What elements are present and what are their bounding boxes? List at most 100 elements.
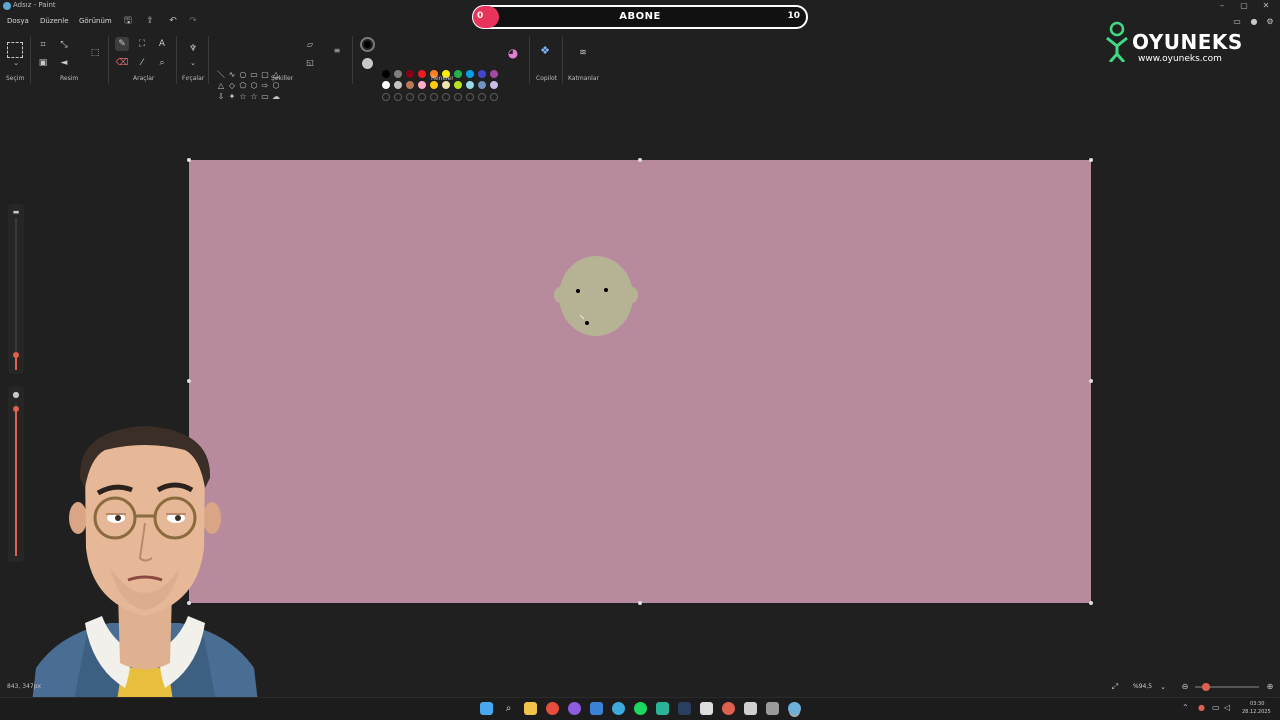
- zoom-out-icon[interactable]: ⊖: [1178, 680, 1192, 694]
- fit-to-window-icon[interactable]: ⤢: [1108, 680, 1122, 694]
- mic-icon[interactable]: ●: [1198, 703, 1205, 712]
- search-icon[interactable]: ⌕: [502, 702, 515, 715]
- menu-edit[interactable]: Düzenle: [40, 17, 69, 25]
- account-icon[interactable]: ●: [1247, 15, 1261, 29]
- zoom-slider-knob[interactable]: [1202, 683, 1210, 691]
- color-swatch[interactable]: [394, 70, 402, 78]
- shape-option[interactable]: ⇨: [260, 81, 270, 91]
- app-icon[interactable]: [744, 702, 757, 715]
- maximize-button[interactable]: ▢: [1234, 0, 1254, 11]
- canvas-resize-handle[interactable]: [1089, 601, 1093, 605]
- color-picker-icon[interactable]: ⁄: [135, 56, 149, 70]
- copilot-icon[interactable]: ❖: [538, 44, 552, 58]
- custom-color-slot[interactable]: [430, 93, 438, 101]
- shape-option[interactable]: ○: [238, 70, 248, 80]
- color-swatch[interactable]: [478, 81, 486, 89]
- volume-icon[interactable]: ◁: [1224, 703, 1230, 712]
- clock-date[interactable]: 28.12.2025: [1242, 709, 1271, 715]
- custom-color-slot[interactable]: [442, 93, 450, 101]
- close-button[interactable]: ✕: [1256, 0, 1276, 11]
- shape-option[interactable]: ☁: [271, 92, 281, 102]
- color-swatch[interactable]: [490, 70, 498, 78]
- fill-bucket-icon[interactable]: ⛶: [135, 37, 149, 51]
- resize-icon[interactable]: ⤡: [57, 38, 71, 52]
- settings-gear-icon[interactable]: ⚙: [1263, 15, 1277, 29]
- spotify-icon[interactable]: [634, 702, 647, 715]
- color-swatch[interactable]: [418, 81, 426, 89]
- shape-option[interactable]: △: [216, 81, 226, 91]
- color-swatch[interactable]: [478, 70, 486, 78]
- canvas-resize-handle[interactable]: [1089, 158, 1093, 162]
- share-icon[interactable]: ⇪: [144, 15, 156, 27]
- layers-icon[interactable]: ≋: [576, 46, 590, 60]
- color-swatch[interactable]: [466, 70, 474, 78]
- brush-chevron-icon[interactable]: ⌄: [186, 56, 200, 70]
- text-icon[interactable]: A: [155, 37, 169, 51]
- custom-color-slot[interactable]: [394, 93, 402, 101]
- file-explorer-icon[interactable]: [524, 702, 537, 715]
- app-icon[interactable]: [766, 702, 779, 715]
- custom-color-slot[interactable]: [382, 93, 390, 101]
- primary-color-swatch[interactable]: [360, 37, 375, 52]
- image-generator-icon[interactable]: ⬚: [87, 46, 103, 62]
- notion-icon[interactable]: [700, 702, 713, 715]
- steam-icon[interactable]: [678, 702, 691, 715]
- redo-icon[interactable]: ↷: [187, 15, 199, 27]
- clock-time[interactable]: 03:30: [1250, 701, 1264, 707]
- brush-size-knob[interactable]: [13, 352, 19, 358]
- app-icon[interactable]: [656, 702, 669, 715]
- color-swatch[interactable]: [490, 81, 498, 89]
- start-icon[interactable]: [480, 702, 493, 715]
- secondary-color-swatch[interactable]: [362, 58, 373, 69]
- shape-option[interactable]: ☆: [249, 92, 259, 102]
- color-swatch[interactable]: [406, 70, 414, 78]
- brush-size-track[interactable]: [15, 218, 17, 370]
- custom-color-slot[interactable]: [418, 93, 426, 101]
- rotate-icon[interactable]: ◄: [57, 56, 71, 70]
- minimize-button[interactable]: –: [1212, 0, 1232, 11]
- color-swatch[interactable]: [418, 70, 426, 78]
- color-swatch[interactable]: [454, 81, 462, 89]
- network-icon[interactable]: ▭: [1212, 703, 1220, 712]
- undo-icon[interactable]: ↶: [167, 15, 179, 27]
- custom-color-slot[interactable]: [466, 93, 474, 101]
- menu-file[interactable]: Dosya: [7, 17, 29, 25]
- canvas-resize-handle[interactable]: [638, 601, 642, 605]
- shape-option[interactable]: ⬡: [271, 81, 281, 91]
- selection-chevron-icon[interactable]: ⌄: [9, 56, 23, 70]
- custom-color-slot[interactable]: [478, 93, 486, 101]
- save-icon[interactable]: 🖫: [122, 15, 134, 27]
- shape-option[interactable]: ⬡: [249, 81, 259, 91]
- shape-option[interactable]: ∿: [227, 70, 237, 80]
- color-swatch[interactable]: [442, 81, 450, 89]
- app-icon[interactable]: [722, 702, 735, 715]
- menu-view[interactable]: Görünüm: [79, 17, 112, 25]
- shape-option[interactable]: ☆: [238, 92, 248, 102]
- eraser-icon[interactable]: ⌫: [115, 56, 129, 70]
- shape-option[interactable]: ⇩: [216, 92, 226, 102]
- shape-option[interactable]: ＼: [216, 70, 226, 80]
- color-swatch[interactable]: [430, 81, 438, 89]
- magnifier-icon[interactable]: ⌕: [155, 56, 169, 70]
- firefox-icon[interactable]: [568, 702, 581, 715]
- crop-icon[interactable]: ⌗: [36, 38, 50, 52]
- edit-colors-icon[interactable]: ◕: [506, 46, 520, 60]
- canvas-resize-handle[interactable]: [187, 158, 191, 162]
- feedback-icon[interactable]: ▭: [1230, 15, 1244, 29]
- canvas-resize-handle[interactable]: [187, 379, 191, 383]
- color-swatch[interactable]: [394, 81, 402, 89]
- zoom-in-icon[interactable]: ⊕: [1263, 680, 1277, 694]
- line-size-icon[interactable]: ≡: [330, 44, 344, 58]
- custom-color-slot[interactable]: [454, 93, 462, 101]
- shape-option[interactable]: ▢: [260, 70, 270, 80]
- tray-chevron-icon[interactable]: ⌃: [1182, 703, 1189, 712]
- shape-option[interactable]: ⬠: [238, 81, 248, 91]
- canvas-resize-handle[interactable]: [638, 158, 642, 162]
- custom-color-slot[interactable]: [406, 93, 414, 101]
- color-swatch[interactable]: [382, 81, 390, 89]
- outline-icon[interactable]: ▱: [303, 38, 317, 52]
- telegram-icon[interactable]: [612, 702, 625, 715]
- custom-color-slot[interactable]: [490, 93, 498, 101]
- drawing-canvas[interactable]: [189, 160, 1091, 603]
- zoom-chevron-icon[interactable]: ⌄: [1156, 680, 1170, 694]
